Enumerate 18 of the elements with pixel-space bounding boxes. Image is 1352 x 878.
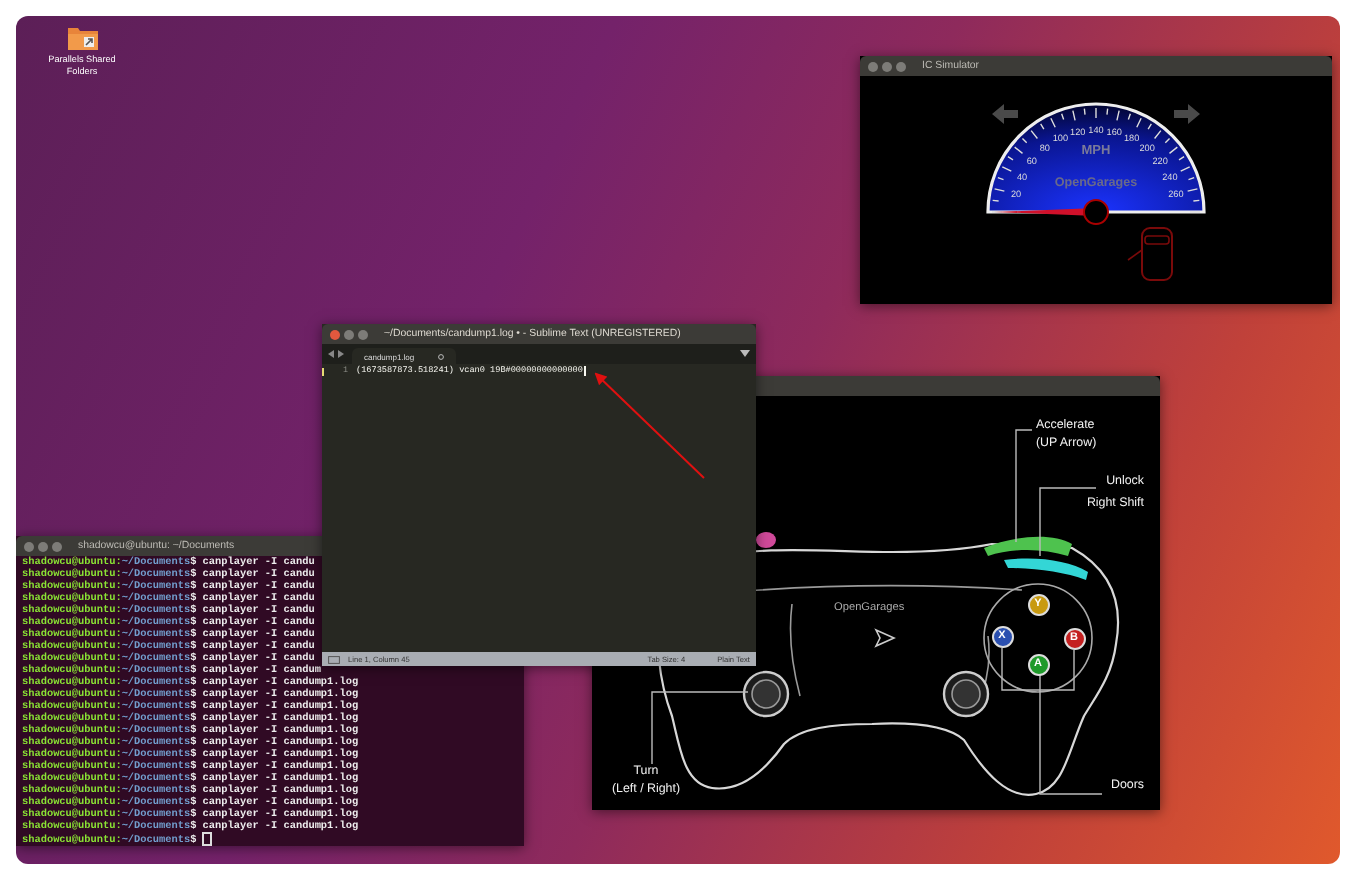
car-icon [1127, 227, 1173, 281]
maximize-button[interactable] [358, 329, 368, 339]
minimize-button[interactable] [38, 541, 48, 551]
console-icon[interactable] [328, 655, 340, 663]
minimize-button[interactable] [344, 329, 354, 339]
maximize-button[interactable] [896, 61, 906, 71]
close-button[interactable] [868, 61, 878, 71]
folder-icon[interactable] [67, 24, 97, 50]
close-button[interactable] [330, 329, 340, 339]
needle-hub [1083, 199, 1109, 225]
dropdown-icon[interactable] [740, 350, 750, 358]
annotation-arrow [594, 372, 705, 479]
leader-line [1015, 429, 1033, 543]
leader-line [651, 691, 749, 765]
minimize-button[interactable] [882, 61, 892, 71]
close-button[interactable] [24, 541, 34, 551]
maximize-button[interactable] [52, 541, 62, 551]
tab-scroll-icon[interactable] [328, 350, 344, 358]
